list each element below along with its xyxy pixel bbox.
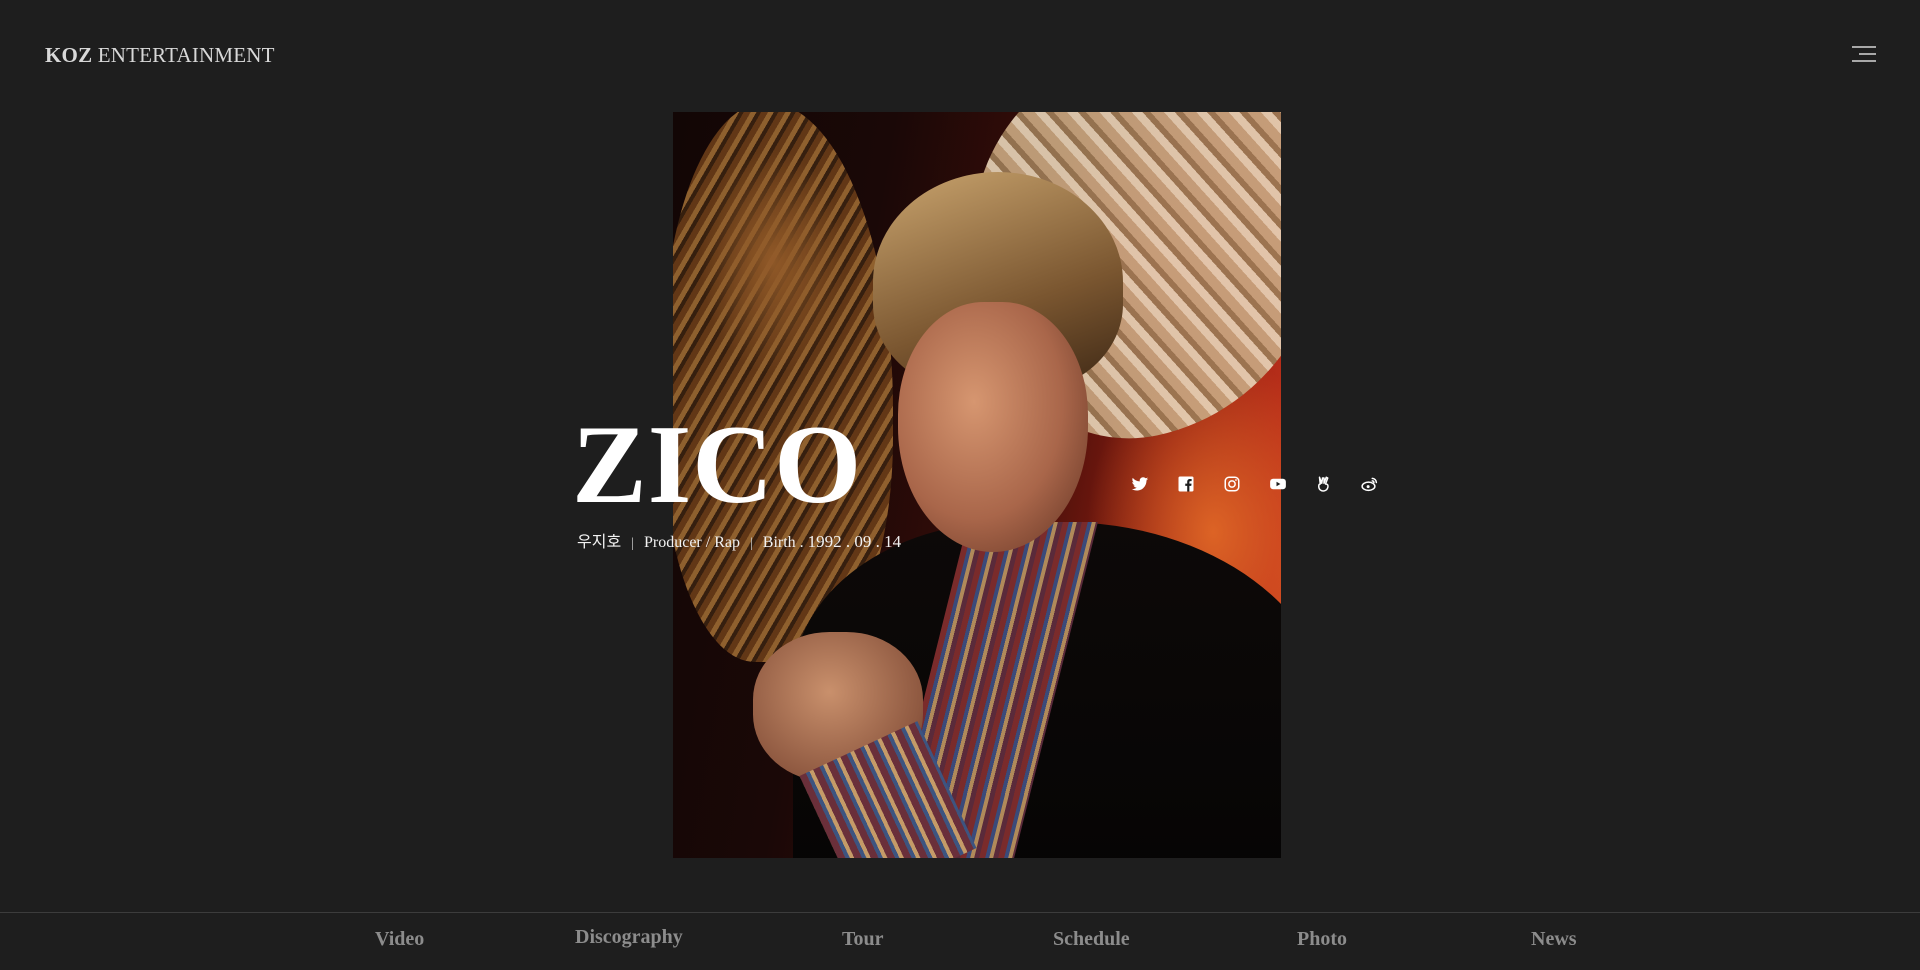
weibo-icon[interactable] — [1361, 472, 1407, 496]
instagram-icon[interactable] — [1223, 472, 1269, 496]
artist-info: 우지호 | Producer / Rap | Birth . 1992 . 09 . 1… — [577, 528, 901, 552]
menu-icon[interactable] — [1852, 44, 1876, 64]
nav-news[interactable]: News — [1531, 928, 1577, 951]
nav-discography[interactable]: Discography — [575, 926, 683, 949]
nav-tour[interactable]: Tour — [842, 928, 884, 951]
artist-korean-name: 우지호 — [577, 534, 622, 551]
logo-strong-text: KOZ — [45, 43, 93, 67]
artist-page: KOZ ENTERTAINMENT ZICO 우지호 | Producer / Ra… — [0, 0, 1920, 970]
nav-photo[interactable]: Photo — [1297, 928, 1347, 951]
artist-role: Producer / Rap — [643, 534, 740, 551]
vlive-icon[interactable] — [1315, 472, 1361, 496]
info-separator: | — [749, 536, 753, 551]
menu-line — [1852, 46, 1876, 48]
info-separator: | — [631, 536, 634, 551]
nav-schedule[interactable]: Schedule — [1053, 928, 1130, 951]
twitter-icon[interactable] — [1131, 472, 1177, 496]
koz-logo[interactable]: KOZ ENTERTAINMENT — [45, 43, 275, 68]
artist-name: ZICO — [572, 403, 863, 527]
menu-line — [1859, 53, 1876, 55]
facebook-icon[interactable] — [1177, 472, 1223, 496]
logo-light-text: ENTERTAINMENT — [97, 43, 275, 67]
birth-value: 1992 . 09 . 14 — [807, 532, 902, 551]
social-links — [1131, 472, 1407, 496]
photo-face — [898, 302, 1088, 552]
youtube-icon[interactable] — [1269, 472, 1315, 496]
birth-label: Birth . — [762, 534, 804, 551]
menu-line — [1852, 60, 1876, 62]
bottom-navigation: Video Discography Tour Schedule Photo Ne… — [0, 912, 1920, 970]
nav-video[interactable]: Video — [375, 928, 424, 951]
